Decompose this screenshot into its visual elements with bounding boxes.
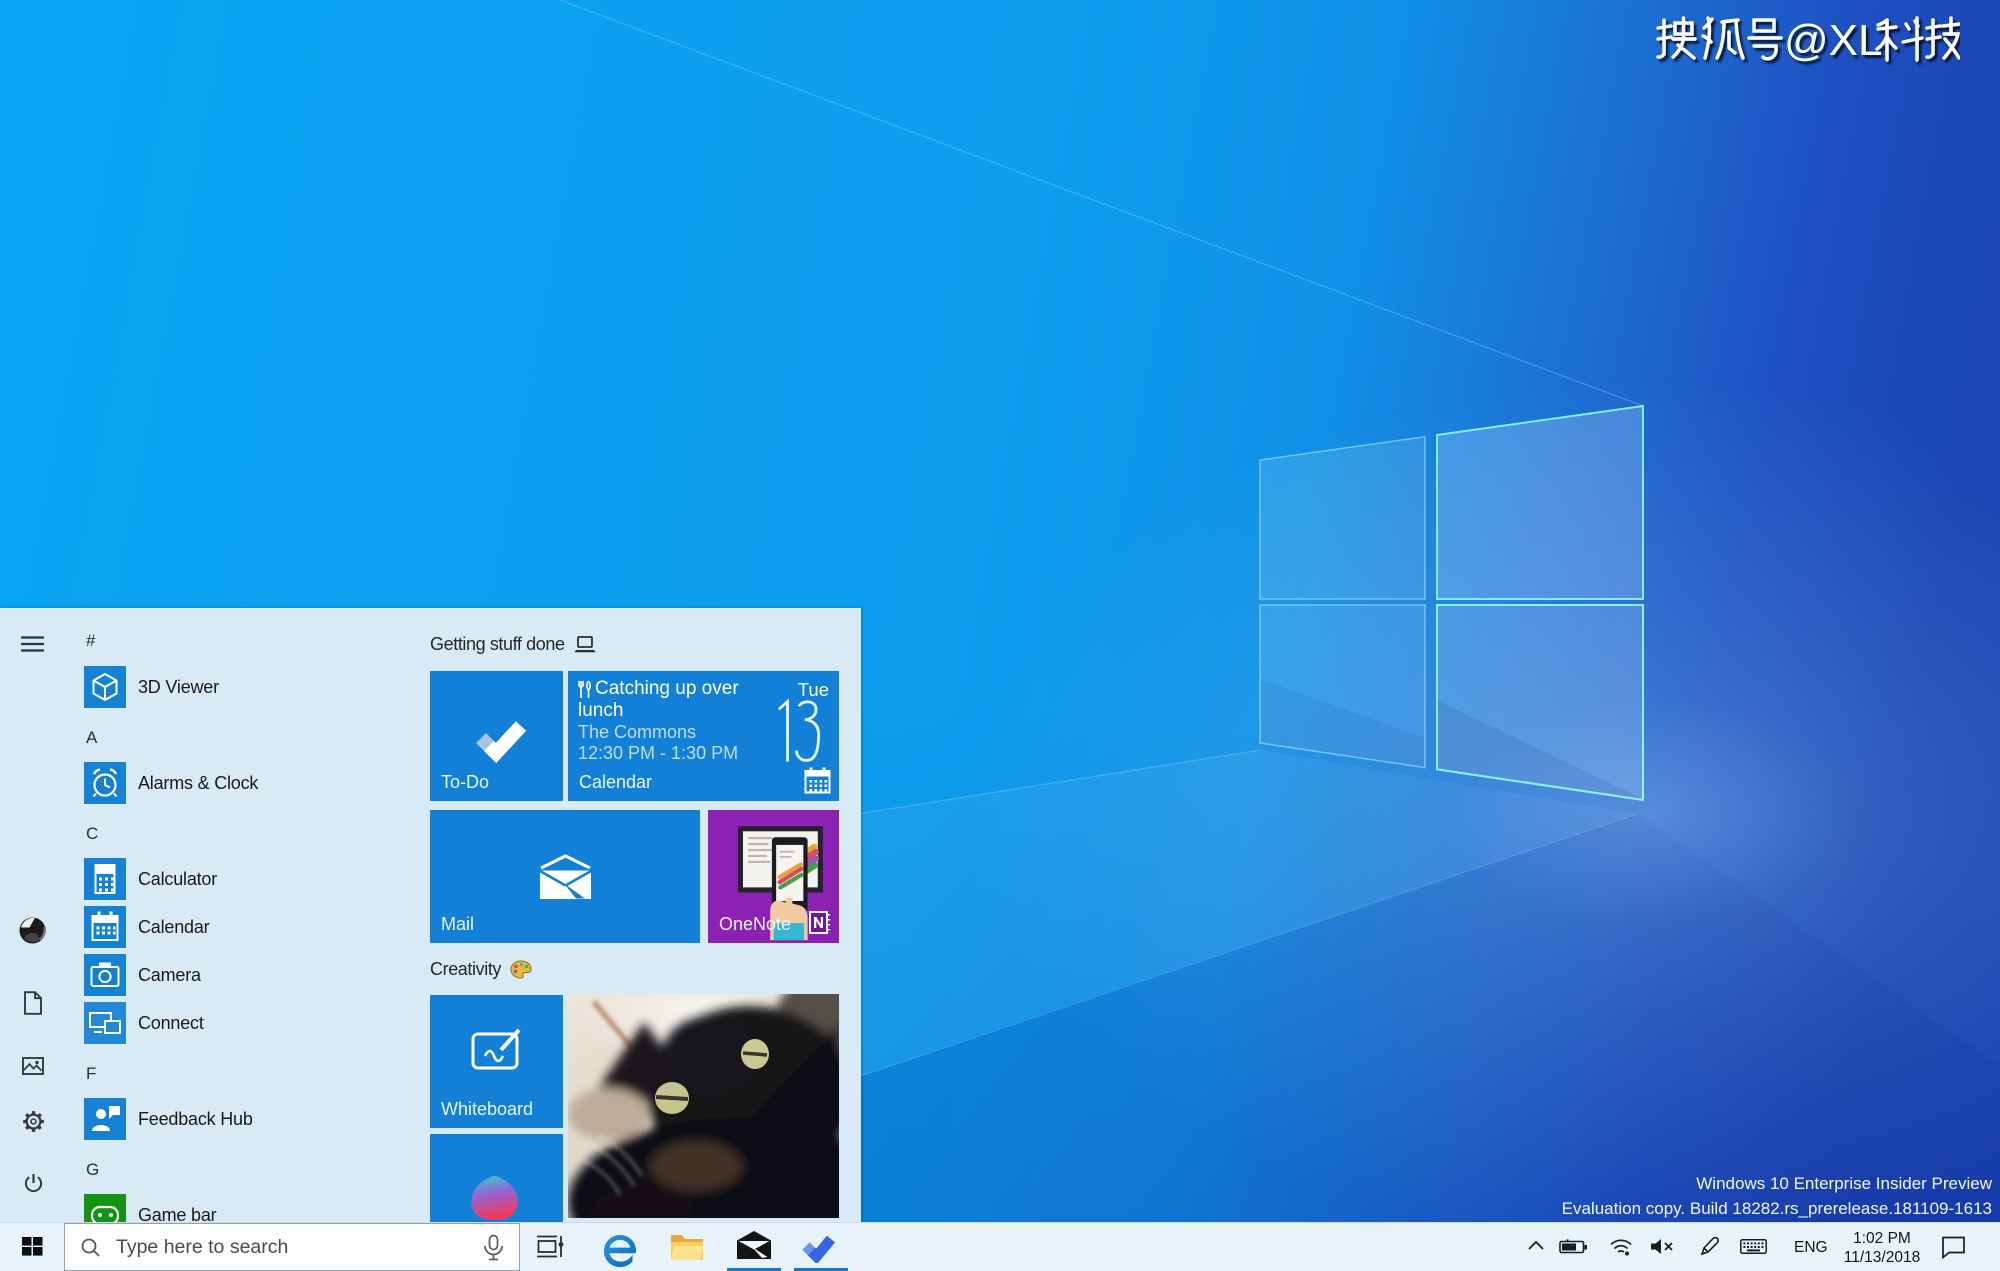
svg-text:@XL: @XL bbox=[1784, 16, 1882, 65]
